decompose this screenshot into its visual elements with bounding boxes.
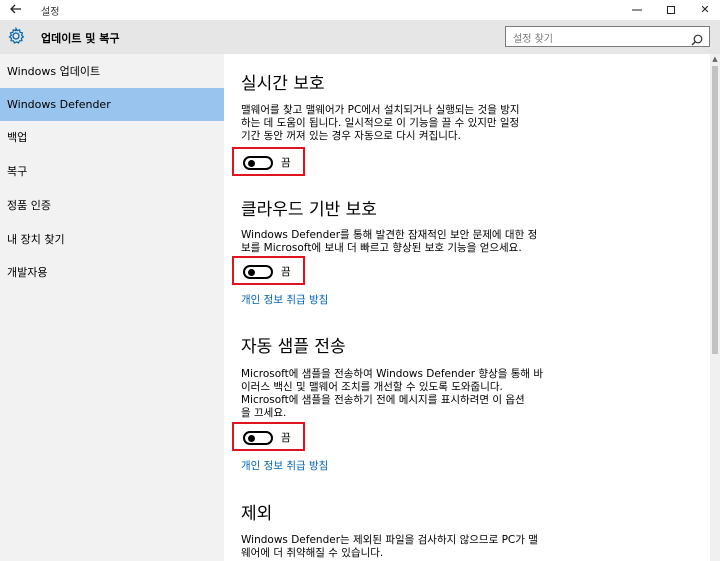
realtime-description-line: 기간 동안 꺼져 있는 경우 자동으로 다시 켜집니다.	[241, 130, 461, 142]
sample-description-line: 을 끄세요.	[241, 407, 287, 419]
toggle-knob	[248, 160, 255, 167]
sidebar-item-windows-defender[interactable]: Windows Defender	[0, 88, 224, 121]
sidebar-item-backup[interactable]: 백업	[0, 121, 224, 154]
sidebar-item-activation[interactable]: 정품 인증	[0, 189, 224, 222]
realtime-description: 맬웨어를 찾고 맬웨어가 PC에서 설치되거나 실행되는 것을 방지 하는 데 …	[241, 104, 561, 143]
close-button[interactable]: ✕	[688, 0, 720, 20]
privacy-policy-link-cloud[interactable]: 개인 정보 취급 방침	[241, 292, 328, 307]
exclusion-description-line: 웨어에 더 취약해질 수 있습니다.	[241, 547, 384, 559]
settings-header: 업데이트 및 복구 설정 찾기	[0, 20, 720, 54]
realtime-description-line: 맬웨어를 찾고 맬웨어가 PC에서 설치되거나 실행되는 것을 방지	[241, 104, 520, 116]
cloud-toggle-highlight: 끔	[232, 256, 305, 285]
minimize-button[interactable]	[620, 0, 654, 20]
cloud-description-line: 보를 Microsoft에 보내 더 빠르고 향상된 보호 기능을 얻으세요.	[241, 242, 522, 254]
toggle-knob	[248, 435, 255, 442]
main-content: 실시간 보호 맬웨어를 찾고 맬웨어가 PC에서 설치되거나 실행되는 것을 방…	[224, 54, 710, 561]
sample-description: Microsoft에 샘플을 전송하여 Windows Defender 향상을…	[241, 368, 561, 420]
scroll-up-arrow-icon[interactable]: ▲	[711, 56, 719, 63]
maximize-icon	[667, 6, 675, 14]
sidebar-item-for-developers[interactable]: 개발자용	[0, 256, 224, 289]
sample-description-line: Microsoft에 샘플을 전송하기 전에 메시지를 표시하려면 이 옵션	[241, 394, 525, 406]
realtime-toggle-label: 끔	[281, 157, 291, 169]
realtime-toggle-highlight: 끔	[232, 147, 305, 176]
search-icon[interactable]	[691, 31, 703, 46]
window-title: 설정	[41, 7, 60, 18]
search-input[interactable]: 설정 찾기	[513, 30, 553, 45]
section-title-realtime: 실시간 보호	[241, 74, 325, 94]
sidebar-item-recovery[interactable]: 복구	[0, 155, 224, 188]
gear-icon	[7, 26, 25, 45]
cloud-toggle-label: 끔	[281, 266, 291, 278]
section-title-sample: 자동 샘플 전송	[241, 337, 346, 357]
sidebar-item-find-my-device[interactable]: 내 장치 찾기	[0, 223, 224, 256]
sample-toggle-highlight: 끔	[232, 422, 305, 451]
toggle-knob	[248, 269, 255, 276]
realtime-toggle[interactable]	[243, 156, 273, 170]
cloud-description: Windows Defender를 통해 발견한 잠재적인 보안 문제에 대한 …	[241, 229, 561, 255]
scrollbar[interactable]: ▲	[710, 54, 720, 561]
scrollbar-thumb[interactable]	[712, 66, 718, 354]
back-arrow-icon[interactable]	[9, 2, 23, 16]
search-box[interactable]: 설정 찾기	[505, 26, 710, 47]
sample-description-line: Microsoft에 샘플을 전송하여 Windows Defender 향상을…	[241, 368, 544, 380]
sidebar-item-windows-update[interactable]: Windows 업데이트	[0, 55, 224, 88]
sample-toggle[interactable]	[243, 431, 273, 445]
cloud-toggle[interactable]	[243, 265, 273, 279]
section-title-cloud: 클라우드 기반 보호	[241, 200, 377, 220]
title-bar: 설정 ✕	[0, 0, 720, 20]
sample-toggle-label: 끔	[281, 432, 291, 444]
section-title-exclusion: 제외	[241, 504, 273, 524]
realtime-description-line: 하는 데 도움이 됩니다. 일시적으로 이 기능을 끌 수 있지만 일정	[241, 117, 520, 129]
privacy-policy-link-sample[interactable]: 개인 정보 취급 방침	[241, 458, 328, 473]
exclusion-description-line: Windows Defender는 제외된 파일을 검사하지 않으므로 PC가 …	[241, 534, 538, 546]
page-title: 업데이트 및 복구	[41, 32, 120, 45]
cloud-description-line: Windows Defender를 통해 발견한 잠재적인 보안 문제에 대한 …	[241, 229, 538, 241]
exclusion-description: Windows Defender는 제외된 파일을 검사하지 않으므로 PC가 …	[241, 534, 561, 560]
sidebar: Windows 업데이트 Windows Defender 백업 복구 정품 인…	[0, 54, 224, 561]
sample-description-line: 이러스 백신 및 맬웨어 조치를 개선할 수 있도록 도와줍니다.	[241, 381, 503, 393]
maximize-button[interactable]	[654, 0, 688, 20]
